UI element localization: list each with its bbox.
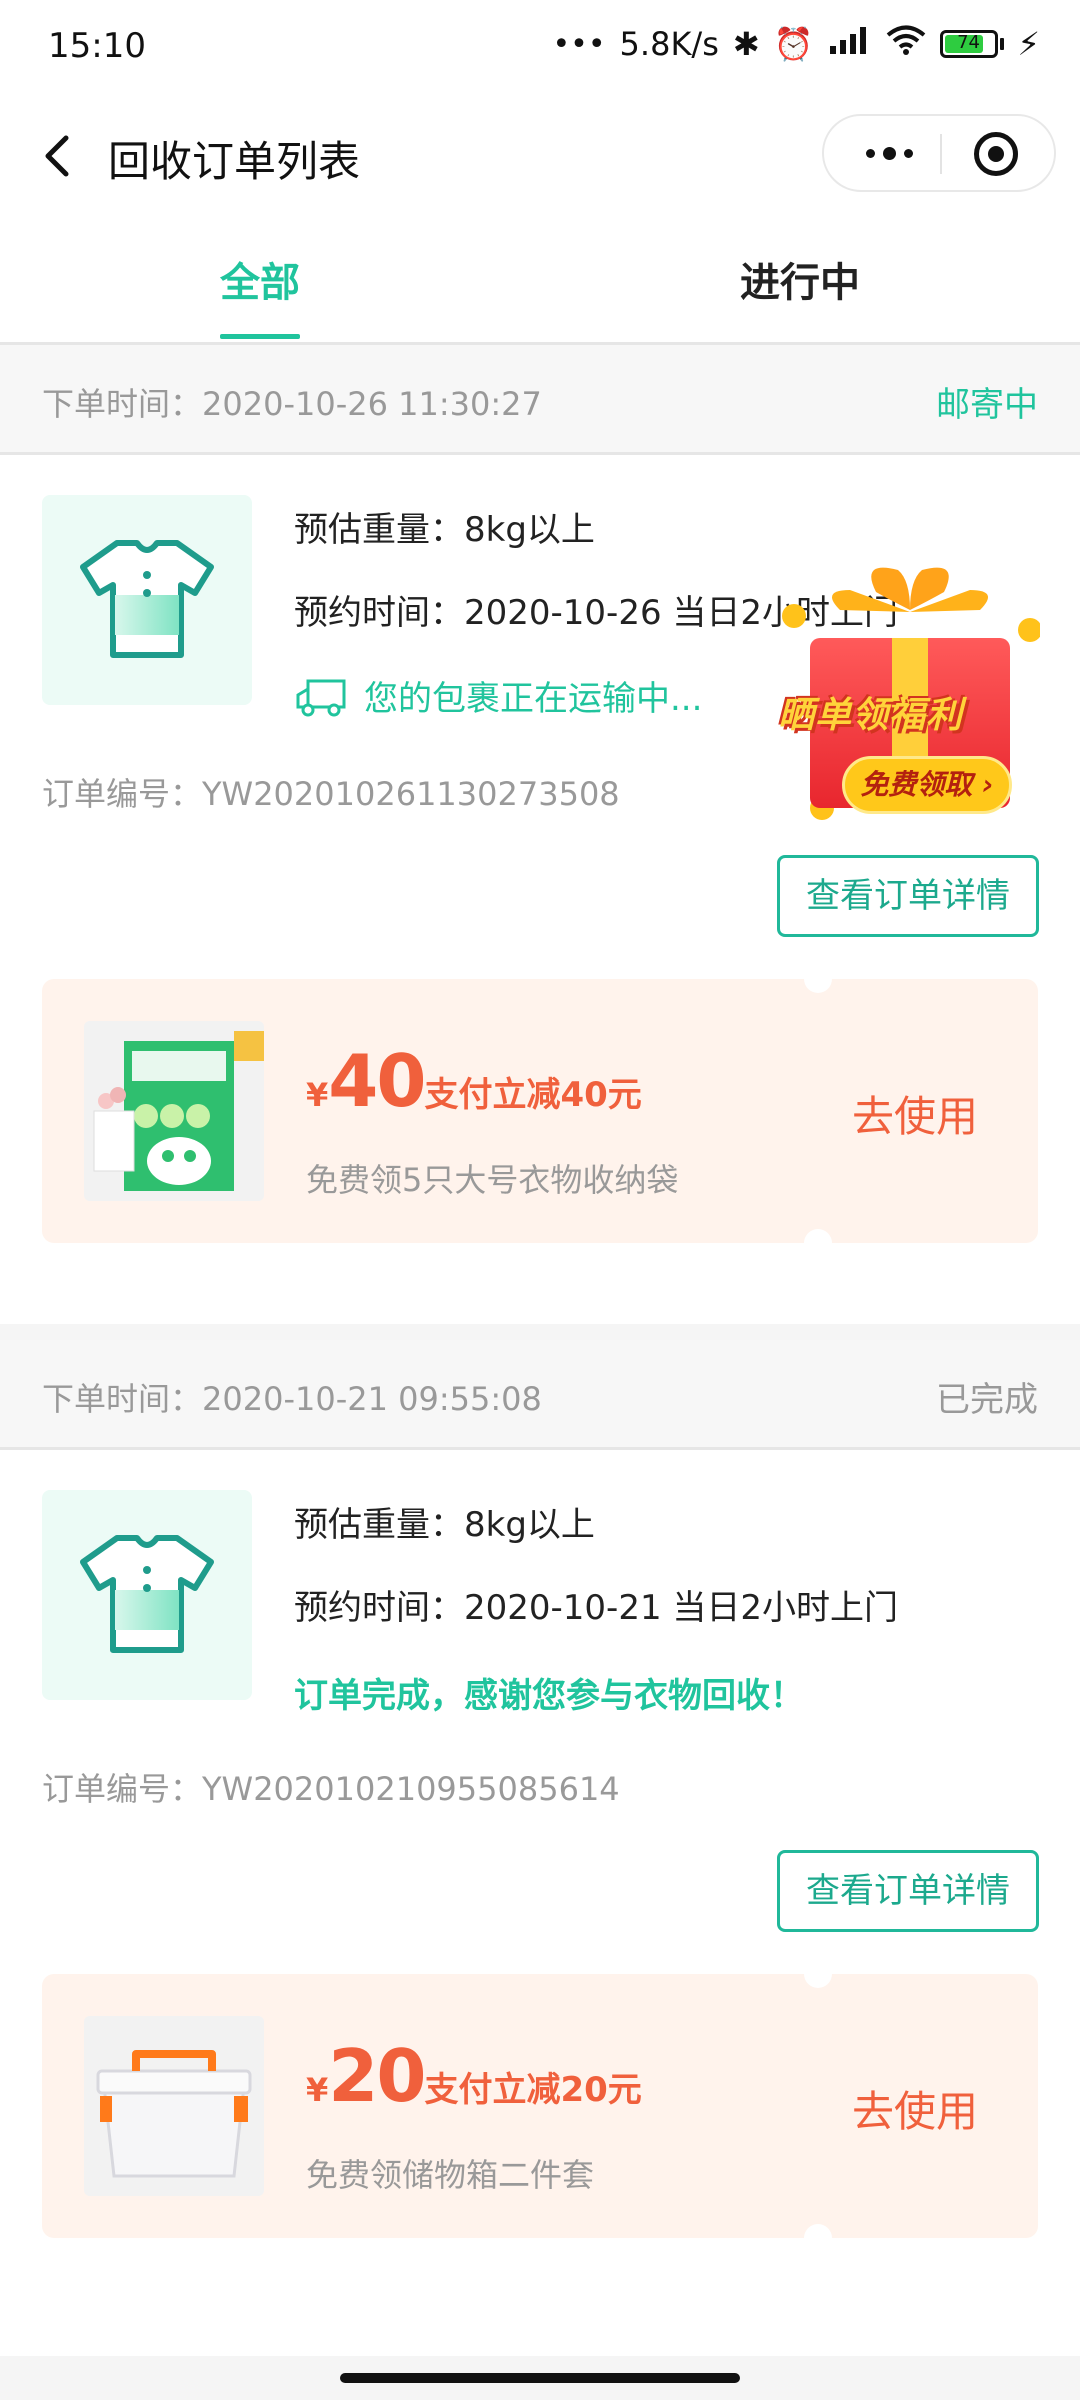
estimated-weight: 预估重量：8kg以上 <box>294 1505 595 1545</box>
status-time: 15:10 <box>48 26 146 66</box>
network-speed: 5.8K/s <box>619 25 719 63</box>
close-target-icon[interactable] <box>974 132 1018 176</box>
gift-claim-button[interactable]: 免费领取 › <box>842 756 1012 814</box>
order-card: 下单时间：2020-10-26 11:30:27 邮寄中 预估重量：8kg以上 … <box>0 345 1080 1325</box>
coupon-subtitle: 免费领5只大号衣物收纳袋 <box>306 1161 679 1199</box>
coupon-amount: ¥ 20 支付立减20元 <box>306 2034 642 2118</box>
truck-icon <box>296 679 346 716</box>
coupon-card: ¥ 40 支付立减40元 免费领5只大号衣物收纳袋 去使用 <box>42 965 1038 1257</box>
coupon-subtitle: 免费领储物箱二件套 <box>306 2156 595 2194</box>
order-header: 下单时间：2020-10-21 09:55:08 已完成 <box>0 1340 1080 1450</box>
more-icon[interactable] <box>854 116 924 190</box>
tab-bar: 全部 进行中 <box>0 216 1080 345</box>
tshirt-icon <box>80 1535 214 1653</box>
coupon-amount: ¥ 40 支付立减40元 <box>306 1039 642 1123</box>
estimated-weight: 预估重量：8kg以上 <box>294 510 595 550</box>
page-title: 回收订单列表 <box>108 137 361 186</box>
home-indicator[interactable] <box>340 2373 740 2383</box>
coupon-description: 支付立减40元 <box>424 1075 642 1115</box>
coupon-card: ¥ 20 支付立减20元 免费领储物箱二件套 去使用 <box>42 1960 1038 2252</box>
battery-icon: 74 <box>939 30 1004 58</box>
tab-all[interactable]: 全部 <box>220 250 300 308</box>
use-coupon-button[interactable]: 去使用 <box>852 2078 978 2139</box>
status-icons: ••• 5.8K/s ✱ ⏰ 74 ⚡ <box>552 24 1040 64</box>
completion-message: 订单完成，感谢您参与衣物回收！ <box>294 1676 804 1716</box>
shipping-status: 您的包裹正在运输中... <box>294 671 702 720</box>
coupon-value: 40 <box>328 1039 426 1123</box>
tshirt-icon <box>80 540 214 658</box>
section-divider <box>0 1324 1080 1340</box>
order-card: 下单时间：2020-10-21 09:55:08 已完成 预估重量：8kg以上 … <box>0 1340 1080 2320</box>
order-status: 邮寄中 <box>936 385 1038 425</box>
capsule-divider <box>940 134 942 174</box>
order-header: 下单时间：2020-10-26 11:30:27 邮寄中 <box>0 345 1080 455</box>
battery-level: 74 <box>957 32 980 53</box>
tab-in-progress[interactable]: 进行中 <box>740 250 860 308</box>
use-coupon-button[interactable]: 去使用 <box>852 1083 978 1144</box>
coupon-value: 20 <box>328 2034 426 2118</box>
wifi-icon <box>886 24 926 64</box>
nav-bar: 回收订单列表 <box>0 96 1080 216</box>
storage-box-product-image <box>84 2016 264 2196</box>
back-icon[interactable] <box>34 126 84 186</box>
appointment-time: 预约时间：2020-10-21 当日2小时上门 <box>294 1588 899 1628</box>
order-number: 订单编号：YW202010261130273508 <box>42 775 620 813</box>
clothing-thumbnail <box>42 495 252 705</box>
share-gift-banner[interactable]: 晒单领福利 免费领取 › <box>778 560 1042 820</box>
gift-banner-title: 晒单领福利 <box>778 695 964 736</box>
charging-icon: ⚡ <box>1017 25 1040 63</box>
status-bar: 15:10 ••• 5.8K/s ✱ ⏰ 74 ⚡ <box>0 0 1080 96</box>
order-status: 已完成 <box>936 1380 1038 1420</box>
alarm-icon: ⏰ <box>773 25 814 63</box>
mini-program-capsule <box>822 114 1056 192</box>
shipping-message: 您的包裹正在运输中... <box>364 679 703 719</box>
order-number: 订单编号：YW202010210955085614 <box>42 1770 620 1808</box>
order-time: 下单时间：2020-10-21 09:55:08 <box>42 1380 542 1418</box>
clothing-thumbnail <box>42 1490 252 1700</box>
coupon-description: 支付立减20元 <box>424 2070 642 2110</box>
view-order-detail-button[interactable]: 查看订单详情 <box>777 1850 1039 1932</box>
more-dots-icon: ••• <box>552 26 606 62</box>
order-time: 下单时间：2020-10-26 11:30:27 <box>42 385 542 423</box>
storage-bag-product-image <box>84 1021 264 1201</box>
tab-active-indicator <box>220 334 300 339</box>
bluetooth-icon: ✱ <box>732 25 760 63</box>
signal-icon <box>828 24 872 64</box>
view-order-detail-button[interactable]: 查看订单详情 <box>777 855 1039 937</box>
